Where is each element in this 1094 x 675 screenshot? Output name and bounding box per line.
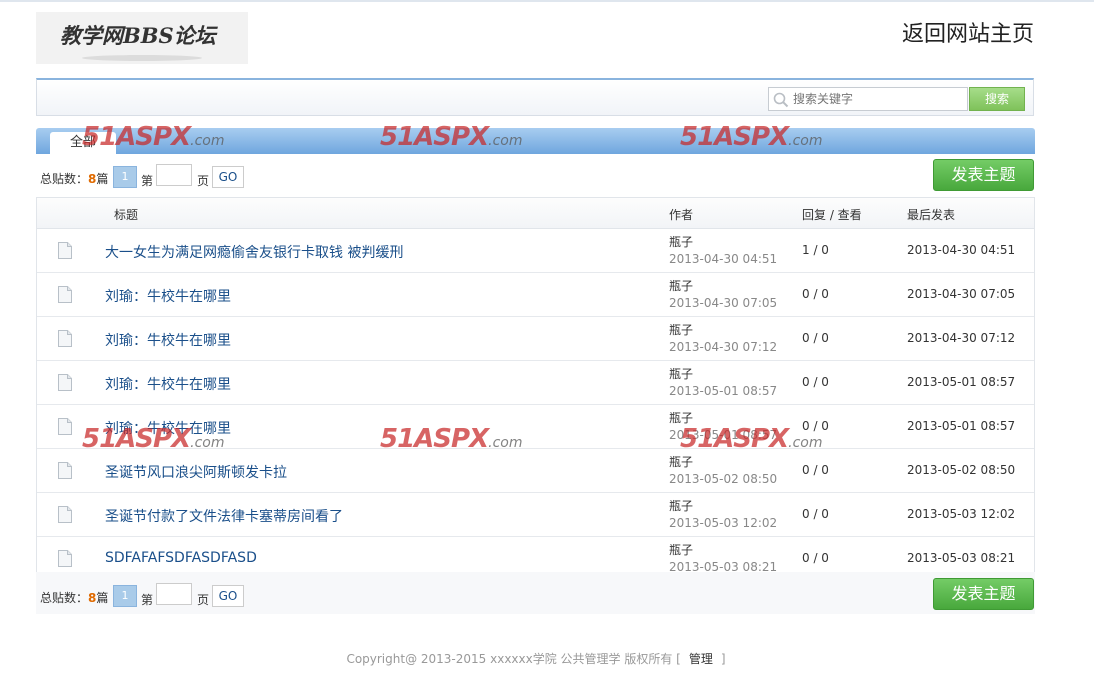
copyright-text: Copyright@ 2013-2015 xxxxxx学院 公共管理学 版权所有… — [346, 652, 681, 666]
topic-title-link[interactable]: 大一女生为满足网瘾偷舍友银行卡取钱 被判缓刑 — [105, 242, 403, 262]
reply-view-count: 1 / 0 — [802, 243, 829, 257]
author-name[interactable]: 瓶子 — [669, 321, 693, 338]
table-row: 刘瑜：牛校牛在哪里 瓶子 2013-04-30 07:05 0 / 0 2013-04-… — [37, 273, 1034, 317]
post-topic-button[interactable]: 发表主题 — [933, 159, 1034, 191]
table-row: 刘瑜：牛校牛在哪里 瓶子 2013-05-01 08:57 0 / 0 2013-05-… — [37, 361, 1034, 405]
footer: Copyright@ 2013-2015 xxxxxx学院 公共管理学 版权所有… — [0, 650, 1072, 667]
admin-link[interactable]: 管理 — [689, 652, 713, 666]
table-header: 标题 作者 回复 / 查看 最后发表 — [37, 198, 1034, 229]
page-number-input[interactable] — [156, 583, 192, 605]
top-border — [0, 0, 1094, 2]
footer-bracket: ] — [720, 652, 726, 666]
header-author: 作者 — [669, 208, 694, 222]
tab-all[interactable]: 全部 — [50, 132, 116, 154]
topic-title-link[interactable]: 圣诞节付款了文件法律卡塞蒂房间看了 — [105, 506, 343, 526]
reply-view-count: 0 / 0 — [802, 287, 829, 301]
pager-bottom: 总贴数：8篇 1 第 页 GO — [40, 583, 280, 609]
document-icon — [58, 462, 72, 479]
logo-text: 教学网BBS论坛 — [60, 23, 216, 48]
page-di-label: 第 — [141, 174, 154, 188]
post-topic-button[interactable]: 发表主题 — [933, 578, 1034, 610]
table-row: 刘瑜：牛校牛在哪里 瓶子 2013-05-01 08:57 0 / 0 2013-05-… — [37, 405, 1034, 449]
last-post-time: 2013-04-30 04:51 — [907, 243, 1016, 257]
post-date: 2013-05-03 12:02 — [669, 516, 778, 530]
page-di-label: 第 — [141, 593, 154, 607]
header-last-post: 最后发表 — [907, 208, 956, 222]
document-icon — [58, 550, 72, 567]
search-button[interactable]: 搜索 — [969, 87, 1025, 111]
last-post-time: 2013-05-02 08:50 — [907, 463, 1016, 477]
last-post-time: 2013-04-30 07:12 — [907, 331, 1016, 345]
document-icon — [58, 330, 72, 347]
author-name[interactable]: 瓶子 — [669, 233, 693, 250]
topic-title-link[interactable]: 刘瑜：牛校牛在哪里 — [105, 330, 231, 350]
page-ye-label: 页 — [197, 593, 210, 607]
author-name[interactable]: 瓶子 — [669, 277, 693, 294]
topic-title-link[interactable]: 刘瑜：牛校牛在哪里 — [105, 374, 231, 394]
go-button[interactable]: GO — [212, 166, 244, 188]
search-box[interactable] — [768, 87, 968, 111]
author-name[interactable]: 瓶子 — [669, 541, 693, 558]
author-name[interactable]: 瓶子 — [669, 365, 693, 382]
page-number-button[interactable]: 1 — [113, 166, 137, 188]
topic-title-link[interactable]: 刘瑜：牛校牛在哪里 — [105, 286, 231, 306]
table-row: 圣诞节风口浪尖阿斯顿发卡拉 瓶子 2013-05-02 08:50 0 / 0 2013… — [37, 449, 1034, 493]
search-bar: 搜索 — [36, 78, 1034, 116]
pager-top: 总贴数：8篇 1 第 页 GO — [40, 164, 280, 190]
post-date: 2013-04-30 07:12 — [669, 340, 778, 354]
last-post-time: 2013-04-30 07:05 — [907, 287, 1016, 301]
header-stats: 回复 / 查看 — [802, 208, 862, 222]
author-name[interactable]: 瓶子 — [669, 497, 693, 514]
document-icon — [58, 286, 72, 303]
total-posts-label: 总贴数：8篇 — [40, 591, 109, 605]
home-link[interactable]: 返回网站主页 — [902, 16, 1034, 48]
reply-view-count: 0 / 0 — [802, 331, 829, 345]
reply-view-count: 0 / 0 — [802, 551, 829, 565]
topic-title-link[interactable]: SDFAFAFSDFASDFASD — [105, 550, 257, 566]
topic-table: 标题 作者 回复 / 查看 最后发表 大一女生为满足网瘾偷舍友银行卡取钱 被判缓… — [36, 197, 1035, 581]
document-icon — [58, 374, 72, 391]
page-number-button[interactable]: 1 — [113, 585, 137, 607]
post-date: 2013-05-01 08:57 — [669, 428, 778, 442]
table-row: 大一女生为满足网瘾偷舍友银行卡取钱 被判缓刑 瓶子 2013-04-30 04:51… — [37, 229, 1034, 273]
document-icon — [58, 418, 72, 435]
document-icon — [58, 242, 72, 259]
reply-view-count: 0 / 0 — [802, 463, 829, 477]
author-name[interactable]: 瓶子 — [669, 453, 693, 470]
page-number-input[interactable] — [156, 164, 192, 186]
total-posts-label: 总贴数：8篇 — [40, 172, 109, 186]
forum-logo[interactable]: 教学网BBS论坛 — [36, 12, 248, 64]
last-post-time: 2013-05-01 08:57 — [907, 375, 1016, 389]
search-icon — [773, 92, 789, 108]
topic-title-link[interactable]: 圣诞节风口浪尖阿斯顿发卡拉 — [105, 462, 287, 482]
reply-view-count: 0 / 0 — [802, 507, 829, 521]
page-ye-label: 页 — [197, 174, 210, 188]
post-date: 2013-04-30 07:05 — [669, 296, 778, 310]
table-row: 刘瑜：牛校牛在哪里 瓶子 2013-04-30 07:12 0 / 0 2013-04-… — [37, 317, 1034, 361]
post-date: 2013-05-02 08:50 — [669, 472, 778, 486]
last-post-time: 2013-05-01 08:57 — [907, 419, 1016, 433]
author-name[interactable]: 瓶子 — [669, 409, 693, 426]
table-row: 圣诞节付款了文件法律卡塞蒂房间看了 瓶子 2013-05-03 12:02 0 / 0… — [37, 493, 1034, 537]
logo-shadow — [82, 55, 202, 61]
document-icon — [58, 506, 72, 523]
last-post-time: 2013-05-03 08:21 — [907, 551, 1016, 565]
last-post-time: 2013-05-03 12:02 — [907, 507, 1016, 521]
go-button[interactable]: GO — [212, 585, 244, 607]
post-date: 2013-04-30 04:51 — [669, 252, 778, 266]
reply-view-count: 0 / 0 — [802, 375, 829, 389]
search-input[interactable] — [793, 90, 963, 108]
header-title: 标题 — [114, 208, 139, 222]
reply-view-count: 0 / 0 — [802, 419, 829, 433]
topic-title-link[interactable]: 刘瑜：牛校牛在哪里 — [105, 418, 231, 438]
tab-bar: 全部 — [36, 128, 1035, 154]
post-date: 2013-05-01 08:57 — [669, 384, 778, 398]
